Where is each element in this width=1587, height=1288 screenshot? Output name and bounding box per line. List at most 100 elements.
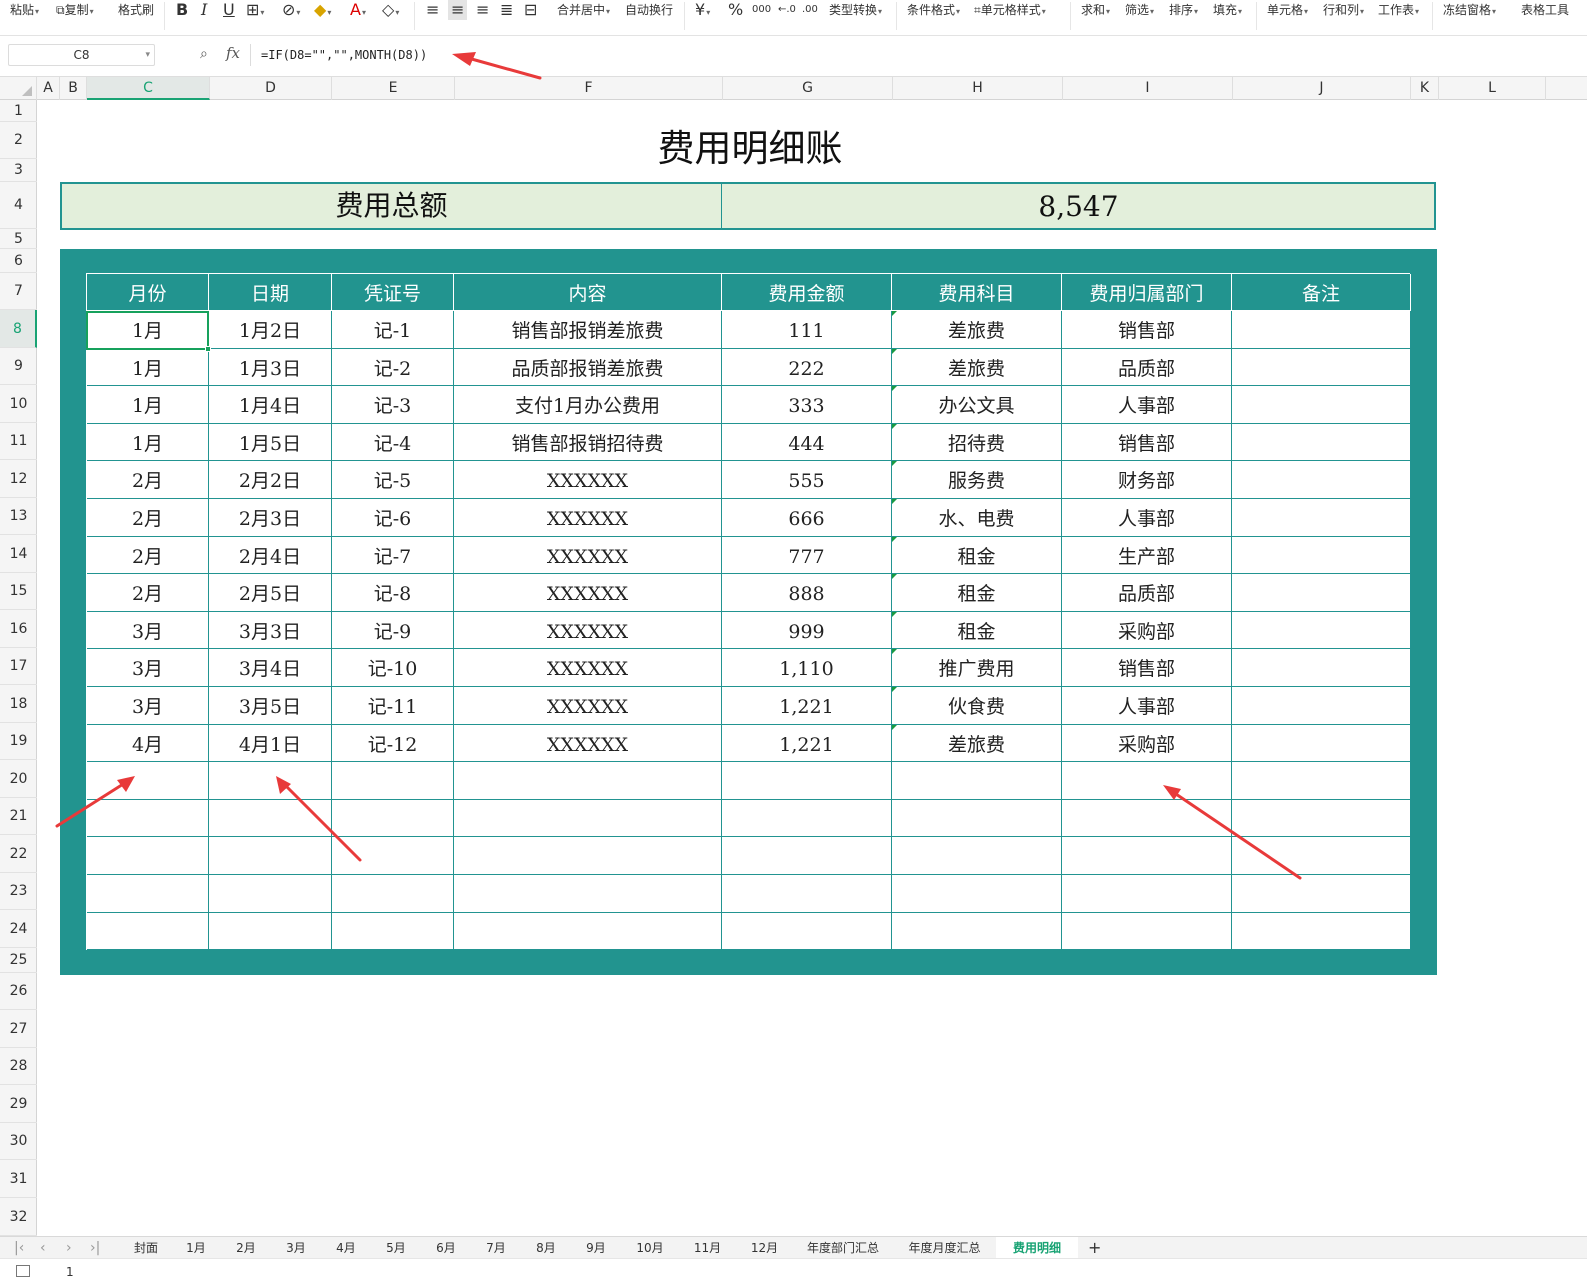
worksheet-button[interactable]: 工作表▾ [1378,0,1419,20]
table-cell-category[interactable] [892,875,1062,913]
table-cell-content[interactable]: XXXXXX [454,687,722,725]
column-header-g[interactable]: G [723,77,893,100]
table-cell-date[interactable]: 3月4日 [209,649,332,687]
table-cell-note[interactable] [1232,536,1411,575]
table-cell-month[interactable]: 1月 [87,348,209,387]
table-cell-note[interactable] [1232,837,1411,875]
font-color-icon[interactable]: A▾ [350,0,366,20]
table-cell-category[interactable]: 差旅费 [892,348,1062,387]
table-cell-content[interactable] [454,912,722,951]
table-cell-category[interactable]: 推广费用 [892,649,1062,687]
table-cell-date[interactable] [209,799,332,838]
table-cell-content[interactable] [454,875,722,913]
last-sheet-icon[interactable]: ›| [90,1237,100,1259]
column-header-j[interactable]: J [1233,77,1411,100]
table-cell-amount[interactable]: 777 [722,536,892,575]
table-cell-amount[interactable] [722,912,892,951]
table-cell-amount[interactable]: 888 [722,574,892,612]
table-cell-department[interactable]: 品质部 [1062,348,1232,387]
row-header-9[interactable]: 9 [0,348,37,385]
bold-icon[interactable]: B [176,0,188,20]
table-cell-voucher[interactable] [332,799,454,838]
table-header-note[interactable]: 备注 [1232,274,1411,311]
table-cell-month[interactable]: 3月 [87,649,209,687]
column-header-l[interactable]: L [1439,77,1546,100]
sum-button[interactable]: 求和▾ [1081,0,1110,20]
sheet-tab[interactable]: 3月 [271,1237,321,1259]
currency-icon[interactable]: ¥▾ [695,0,710,20]
table-cell-department[interactable]: 采购部 [1062,611,1232,650]
column-header-c[interactable]: C [87,77,210,100]
row-header-25[interactable]: 25 [0,948,37,973]
zoom-icon[interactable]: ⌕ [200,46,216,62]
table-cell-voucher[interactable] [332,762,454,800]
table-cell-category[interactable]: 差旅费 [892,724,1062,763]
underline-icon[interactable]: U [223,0,235,20]
table-cell-content[interactable]: XXXXXX [454,649,722,687]
merge-center-button[interactable]: 合并居中▾ [557,0,610,20]
table-cell-date[interactable] [209,912,332,951]
table-cell-note[interactable] [1232,762,1411,800]
table-cell-note[interactable] [1232,687,1411,725]
table-cell-category[interactable]: 租金 [892,536,1062,575]
row-header-15[interactable]: 15 [0,573,37,610]
table-cell-voucher[interactable] [332,875,454,913]
table-cell-date[interactable]: 3月5日 [209,687,332,725]
table-cell-content[interactable] [454,762,722,800]
row-header-19[interactable]: 19 [0,723,37,760]
row-header-8[interactable]: 8 [0,310,37,348]
row-header-22[interactable]: 22 [0,835,37,873]
wrap-text-button[interactable]: 自动换行 [625,0,673,20]
sheet-tab[interactable]: 7月 [471,1237,521,1259]
sheet-tab[interactable]: 年度月度汇总 [893,1237,996,1259]
table-cell-department[interactable]: 人事部 [1062,499,1232,537]
table-cell-note[interactable] [1232,423,1411,462]
table-cell-date[interactable]: 2月2日 [209,461,332,499]
decrease-decimal-icon[interactable]: .00 [802,0,818,20]
table-cell-note[interactable] [1232,799,1411,838]
row-header-23[interactable]: 23 [0,873,37,910]
row-col-button[interactable]: 行和列▾ [1323,0,1364,20]
sheet-tab[interactable]: 6月 [421,1237,471,1259]
table-cell-month[interactable]: 2月 [87,499,209,537]
table-cell-amount[interactable]: 666 [722,499,892,537]
table-cell-content[interactable]: XXXXXX [454,574,722,612]
table-cell-date[interactable]: 1月4日 [209,386,332,424]
table-cell-amount[interactable] [722,875,892,913]
table-cell-amount[interactable]: 555 [722,461,892,499]
table-header-date[interactable]: 日期 [209,274,332,311]
table-cell-amount[interactable] [722,837,892,875]
table-cell-note[interactable] [1232,348,1411,387]
column-header-e[interactable]: E [332,77,455,100]
table-cell-note[interactable] [1232,311,1411,349]
column-header-b[interactable]: B [60,77,87,100]
table-cell-department[interactable]: 生产部 [1062,536,1232,575]
sheet-tab[interactable]: 1月 [171,1237,221,1259]
table-cell-voucher[interactable] [332,837,454,875]
sort-button[interactable]: 排序▾ [1169,0,1198,20]
sheet-tab[interactable]: 12月 [736,1237,793,1259]
shape-icon[interactable]: ⊘▾ [282,0,300,20]
table-cell-note[interactable] [1232,875,1411,913]
table-cell-category[interactable]: 服务费 [892,461,1062,499]
table-cell-month[interactable]: 2月 [87,574,209,612]
table-cell-month[interactable]: 1月 [87,423,209,462]
table-cell-content[interactable]: 销售部报销差旅费 [454,311,722,349]
table-cell-date[interactable]: 1月2日 [209,311,332,349]
filter-button[interactable]: 筛选▾ [1125,0,1154,20]
column-header-a[interactable]: A [37,77,60,100]
cell-button[interactable]: 单元格▾ [1267,0,1308,20]
add-sheet-icon[interactable]: + [1088,1237,1101,1259]
row-header-32[interactable]: 32 [0,1198,37,1236]
row-header-30[interactable]: 30 [0,1123,37,1160]
table-cell-note[interactable] [1232,649,1411,687]
table-cell-voucher[interactable]: 记-2 [332,348,454,387]
row-header-6[interactable]: 6 [0,249,37,273]
table-cell-date[interactable] [209,875,332,913]
table-cell-note[interactable] [1232,461,1411,499]
table-cell-month[interactable]: 4月 [87,724,209,763]
row-header-18[interactable]: 18 [0,685,37,723]
table-cell-date[interactable]: 2月4日 [209,536,332,575]
table-cell-voucher[interactable]: 记-6 [332,499,454,537]
column-header-d[interactable]: D [210,77,332,100]
